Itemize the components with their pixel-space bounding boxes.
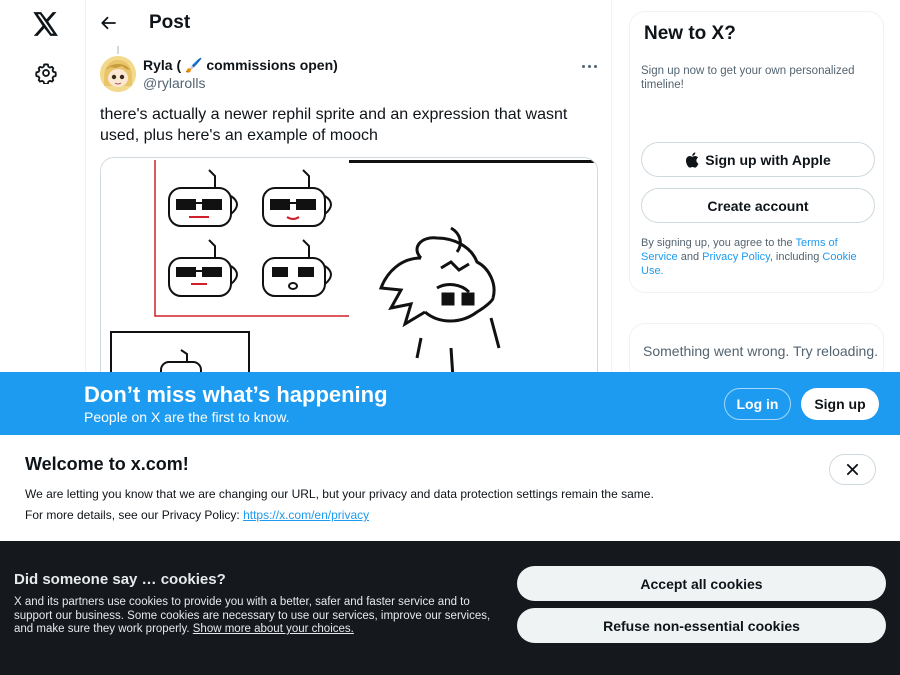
post-image[interactable] [100,157,598,387]
banner-title: Don’t miss what’s happening [84,382,388,407]
accept-all-cookies-button[interactable]: Accept all cookies [517,566,886,601]
back-arrow-icon[interactable] [96,10,122,36]
log-in-button[interactable]: Log in [724,388,791,420]
signup-subtitle: Sign up now to get your own personalized… [641,65,855,91]
x-logo-icon[interactable] [31,9,61,39]
signup-card: New to X? Sign up now to get your own pe… [629,11,884,293]
author-name[interactable]: Ryla ( 🖌️ commissions open) [143,57,338,74]
post-header: Post [86,0,613,46]
error-message: Something went wrong. Try reloading. [643,343,879,359]
login-banner: Don’t miss what’s happening People on X … [0,372,900,435]
apple-icon [686,151,699,168]
cookie-description: X and its partners use cookies to provid… [14,596,491,635]
create-account-button[interactable]: Create account [641,188,875,223]
terms-text: By signing up, you agree to the Terms of… [641,237,857,277]
sprite-sheet-image [101,158,597,386]
banner-subtitle: People on X are the first to know. [84,409,290,425]
cookie-consent-bar: Did someone say … cookies? X and its par… [0,541,900,675]
welcome-privacy-line: For more details, see our Privacy Policy… [25,508,370,522]
cookie-choices-link[interactable]: Show more about your choices. [193,623,354,635]
more-options-icon[interactable] [576,56,602,76]
sign-up-with-apple-button[interactable]: Sign up with Apple [641,142,875,177]
welcome-dialog: Welcome to x.com! We are letting you kno… [0,435,900,541]
post-text: there's actually a newer rephil sprite a… [100,106,568,144]
privacy-policy-link[interactable]: Privacy Policy [702,251,770,263]
close-icon[interactable] [829,454,876,485]
sign-up-button[interactable]: Sign up [801,388,879,420]
author-handle[interactable]: @rylarolls [143,75,205,91]
privacy-policy-url-link[interactable]: https://x.com/en/privacy [243,508,369,522]
cookie-title: Did someone say … cookies? [14,571,226,588]
welcome-message: We are letting you know that we are chan… [25,487,654,501]
apple-button-label: Sign up with Apple [705,151,831,168]
welcome-title: Welcome to x.com! [25,454,189,474]
page-title: Post [149,12,191,33]
avatar[interactable] [100,56,136,92]
gear-icon[interactable] [33,60,59,86]
refuse-non-essential-cookies-button[interactable]: Refuse non-essential cookies [517,608,886,643]
signup-title: New to X? [644,23,736,44]
thread-connector-line [117,46,119,54]
